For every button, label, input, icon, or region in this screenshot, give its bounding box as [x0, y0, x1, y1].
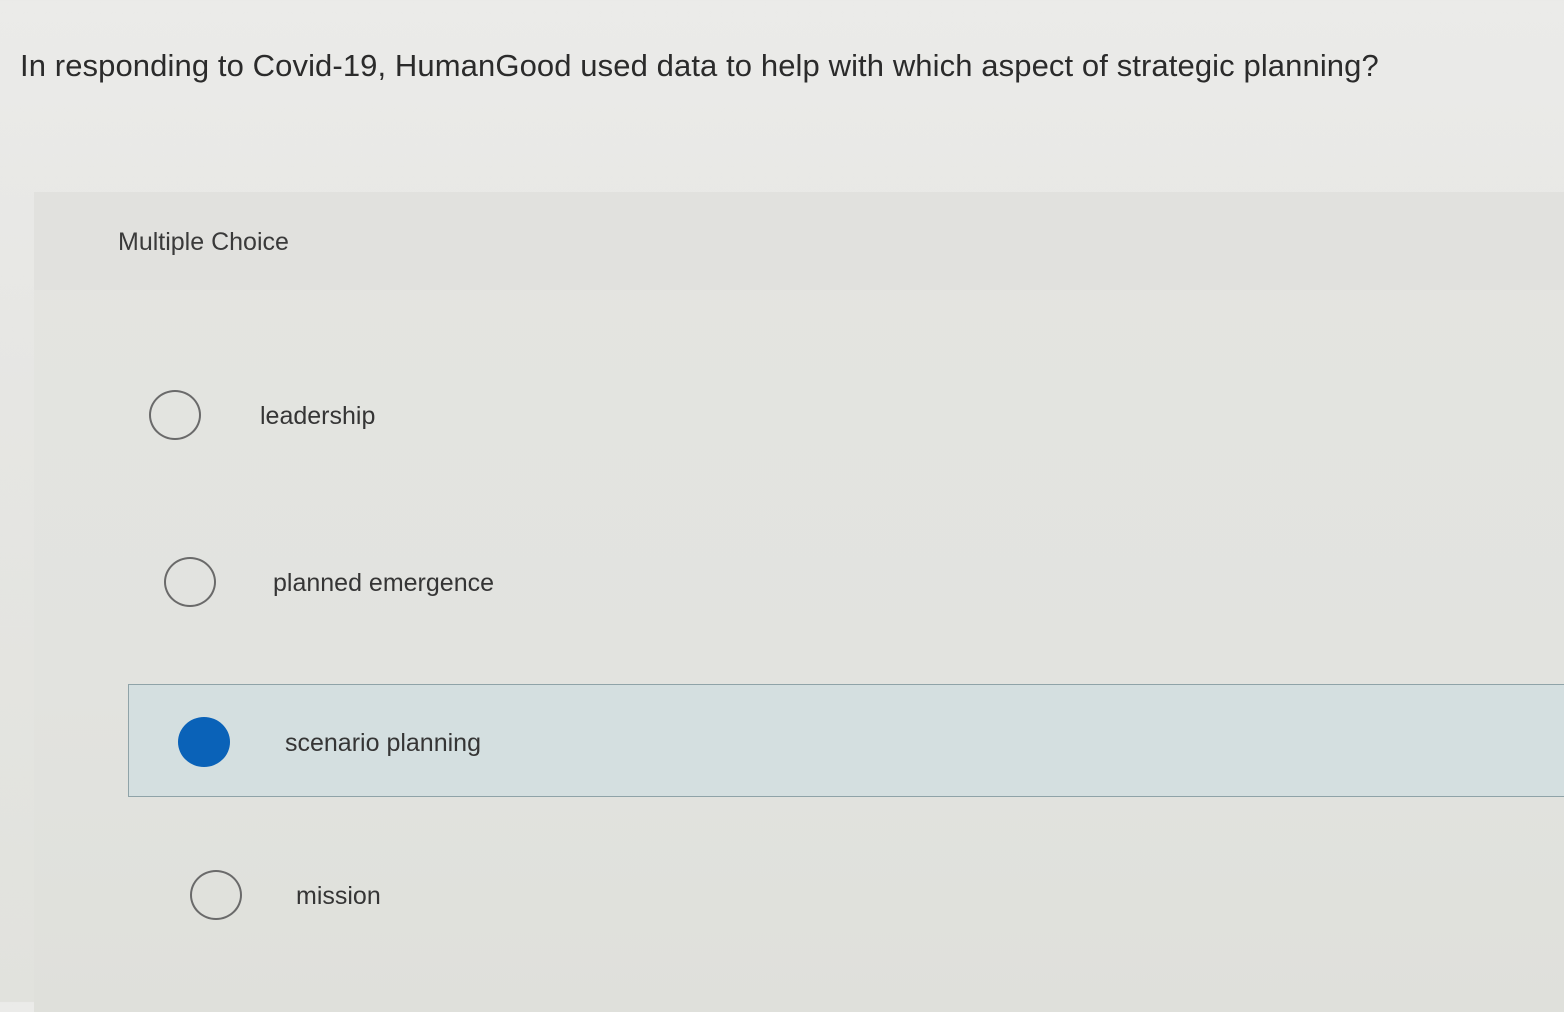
radio-button-selected[interactable] — [178, 717, 230, 767]
radio-button[interactable] — [190, 870, 242, 920]
option-leadership[interactable]: leadership — [120, 360, 1564, 472]
option-scenario-planning[interactable]: scenario planning — [128, 684, 1564, 797]
question-text: In responding to Covid-19, HumanGood use… — [20, 48, 1379, 83]
option-planned-emergence[interactable]: planned emergence — [135, 527, 1564, 639]
option-label: mission — [296, 882, 381, 910]
question-type-label: Multiple Choice — [118, 228, 289, 256]
option-mission[interactable]: mission — [160, 840, 1564, 952]
option-label: planned emergence — [273, 569, 494, 597]
option-label: scenario planning — [285, 729, 481, 757]
option-label: leadership — [260, 402, 376, 430]
radio-button[interactable] — [164, 557, 216, 607]
radio-button[interactable] — [149, 390, 201, 440]
